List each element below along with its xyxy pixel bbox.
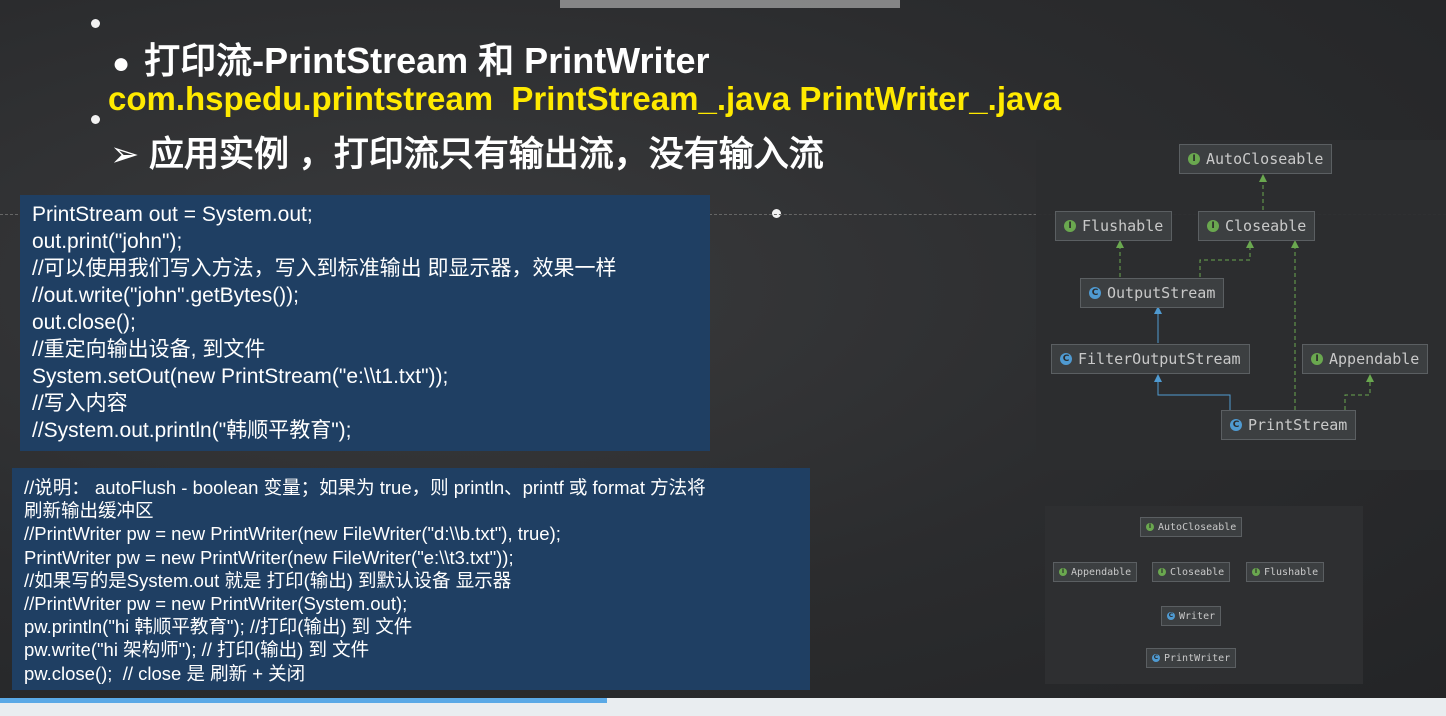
uml-node-autocloseable-2: I AutoCloseable <box>1140 517 1243 537</box>
edge-outputstream-closeable <box>1199 240 1254 277</box>
interface-icon: I <box>1311 353 1323 365</box>
node-label: Closeable <box>1170 566 1225 578</box>
edge-printstream-filter <box>1154 374 1231 410</box>
interface-icon: I <box>1146 523 1154 531</box>
interface-icon: I <box>1188 153 1200 165</box>
node-label: PrintWriter <box>1164 652 1231 664</box>
uml-node-closeable-2: I Closeable <box>1152 562 1231 582</box>
uml-node-writer: C Writer <box>1161 606 1222 626</box>
uml-node-outputstream: C OutputStream <box>1080 278 1225 308</box>
uml-node-flushable-2: I Flushable <box>1246 562 1325 582</box>
node-label: PrintStream <box>1248 416 1348 434</box>
uml-node-appendable: I Appendable <box>1302 344 1429 374</box>
edge-printstream-appendable <box>1344 374 1374 410</box>
node-label: OutputStream <box>1107 284 1216 302</box>
node-label: Appendable <box>1329 350 1420 368</box>
interface-icon: I <box>1059 568 1067 576</box>
node-label: FilterOutputStream <box>1078 350 1241 368</box>
node-label: AutoCloseable <box>1206 150 1324 168</box>
node-label: Writer <box>1179 610 1216 622</box>
node-label: Flushable <box>1082 217 1164 235</box>
uml-node-flushable: I Flushable <box>1055 211 1173 241</box>
interface-icon: I <box>1158 568 1166 576</box>
class-icon: C <box>1089 287 1101 299</box>
video-progress-bar[interactable] <box>0 698 608 703</box>
class-icon: C <box>1167 612 1175 620</box>
interface-icon: I <box>1064 220 1076 232</box>
interface-icon: I <box>1252 568 1260 576</box>
node-label: AutoCloseable <box>1158 521 1237 533</box>
node-label: Closeable <box>1225 217 1307 235</box>
class-icon: C <box>1152 654 1160 662</box>
uml-node-printstream: C PrintStream <box>1221 410 1357 440</box>
class-icon: C <box>1230 419 1242 431</box>
class-icon: C <box>1060 353 1072 365</box>
interface-icon: I <box>1207 220 1219 232</box>
uml-node-autocloseable: I AutoCloseable <box>1179 144 1333 174</box>
uml-node-printwriter: C PrintWriter <box>1146 648 1237 668</box>
uml-node-closeable: I Closeable <box>1198 211 1316 241</box>
uml-node-appendable-2: I Appendable <box>1053 562 1138 582</box>
uml-node-filteroutputstream: C FilterOutputStream <box>1051 344 1250 374</box>
node-label: Flushable <box>1264 566 1319 578</box>
node-label: Appendable <box>1071 566 1132 578</box>
